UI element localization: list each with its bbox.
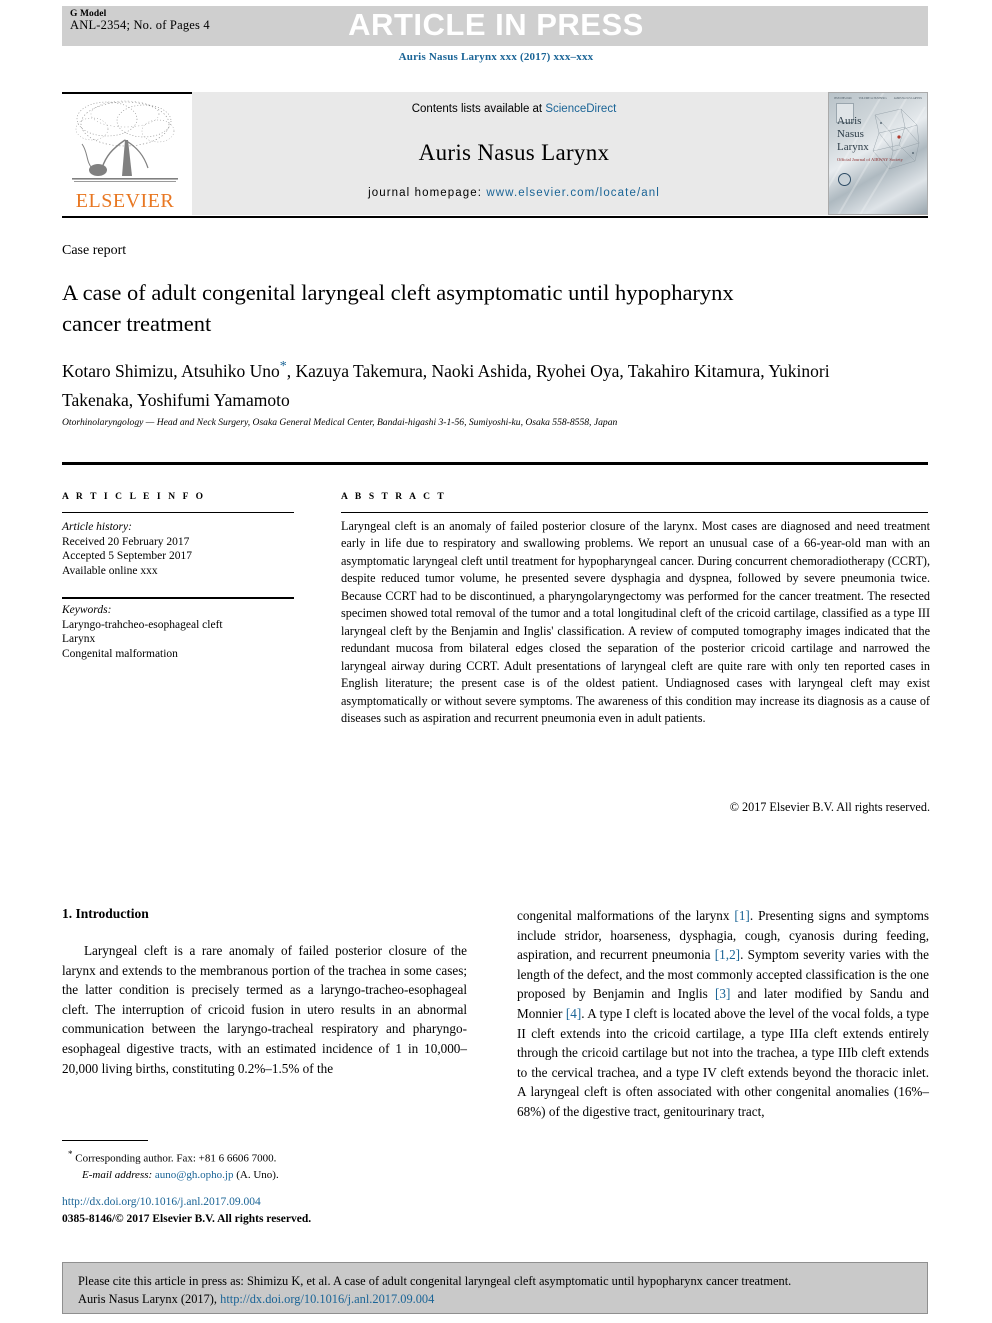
issn-copyright-line: 0385-8146/© 2017 Elsevier B.V. All right… bbox=[62, 1213, 312, 1225]
elsevier-logo: ELSEVIER bbox=[62, 94, 188, 215]
article-info-header: A R T I C L E I N F O bbox=[62, 492, 206, 502]
cover-title-line3: Larynx bbox=[837, 141, 869, 153]
article-history-block: Article history: Received 20 February 20… bbox=[62, 520, 302, 578]
contents-available-line: Contents lists available at ScienceDirec… bbox=[192, 103, 836, 115]
elsevier-tree-icon bbox=[72, 100, 178, 182]
cover-title-line2: Nasus bbox=[837, 128, 864, 140]
cite-journal-ref: Auris Nasus Larynx (2017), bbox=[78, 1292, 221, 1306]
article-type-label: Case report bbox=[62, 243, 127, 258]
sciencedirect-link[interactable]: ScienceDirect bbox=[545, 103, 616, 115]
citation-reference[interactable]: [1,2] bbox=[715, 947, 740, 962]
email-note: E-mail address: auno@gh.opho.jp (A. Uno)… bbox=[68, 1167, 468, 1183]
article-available-online: Available online xxx bbox=[62, 564, 158, 577]
elsevier-wordmark: ELSEVIER bbox=[75, 190, 175, 212]
keywords-label: Keywords: bbox=[62, 604, 112, 616]
abstract-text: Laryngeal cleft is an anomaly of failed … bbox=[341, 519, 930, 725]
body-text-run: . A type I cleft is located above the le… bbox=[517, 1005, 929, 1119]
footnote-block: * Corresponding author. Fax: +81 6 6606 … bbox=[68, 1146, 468, 1183]
doi-link[interactable]: http://dx.doi.org/10.1016/j.anl.2017.09.… bbox=[62, 1196, 261, 1208]
citation-reference[interactable]: [3] bbox=[715, 986, 730, 1001]
journal-cover-thumbnail: ISSN 0385-8146 VOLUME xx NUMBER x AURIS … bbox=[828, 92, 928, 215]
intro-paragraph-left: Laryngeal cleft is a rare anomaly of fai… bbox=[62, 943, 467, 1076]
keywords-block: Keywords: Laryngo-trahcheo-esophageal cl… bbox=[62, 603, 312, 661]
keyword-item: Larynx bbox=[62, 633, 96, 645]
author-affiliation: Otorhinolaryngology — Head and Neck Surg… bbox=[62, 417, 618, 428]
article-in-press-text: ARTICLE IN PRESS bbox=[348, 7, 644, 42]
cover-title: Auris Nasus Larynx bbox=[837, 115, 869, 154]
keyword-item: Laryngo-trahcheo-esophageal cleft bbox=[62, 618, 223, 631]
masthead-bottom-rule bbox=[62, 216, 928, 219]
asterisk-icon: * bbox=[68, 1149, 73, 1159]
abstract-header: A B S T R A C T bbox=[341, 492, 447, 502]
email-label: E-mail address: bbox=[82, 1168, 153, 1181]
corresponding-author-note: * Corresponding author. Fax: +81 6 6606 … bbox=[68, 1146, 468, 1167]
body-text-run: congenital malformations of the larynx bbox=[517, 908, 735, 923]
intro-paragraph-right: congenital malformations of the larynx [… bbox=[517, 906, 929, 1122]
abstract-rule bbox=[341, 512, 928, 514]
journal-citation-line: Auris Nasus Larynx xxx (2017) xxx–xxx bbox=[398, 51, 594, 63]
corresponding-author-star-icon: * bbox=[279, 359, 287, 374]
corresponding-author-text: Corresponding author. Fax: +81 6 6606 70… bbox=[75, 1152, 277, 1165]
cover-title-line1: Auris bbox=[837, 115, 862, 127]
cite-doi-link[interactable]: http://dx.doi.org/10.1016/j.anl.2017.09.… bbox=[220, 1292, 434, 1306]
article-history-label: Article history: bbox=[62, 521, 132, 533]
masthead-band: Contents lists available at ScienceDirec… bbox=[192, 92, 836, 215]
homepage-prefix: journal homepage: bbox=[368, 187, 487, 199]
homepage-url-link[interactable]: www.elsevier.com/locate/anl bbox=[486, 187, 660, 199]
cover-society-badge-icon bbox=[838, 173, 851, 186]
journal-homepage-line: journal homepage: www.elsevier.com/locat… bbox=[192, 187, 836, 199]
cite-this-article-text: Please cite this article in press as: Sh… bbox=[78, 1272, 916, 1308]
footnote-rule bbox=[62, 1140, 148, 1141]
journal-masthead: Contents lists available at ScienceDirec… bbox=[62, 92, 928, 215]
citation-reference[interactable]: [4] bbox=[566, 1006, 581, 1021]
page-title: A case of adult congenital laryngeal cle… bbox=[62, 280, 734, 336]
article-info-rule bbox=[62, 512, 294, 514]
author-names-first: Kotaro Shimizu, Atsuhiko Uno bbox=[62, 360, 280, 381]
citation-reference[interactable]: [1] bbox=[734, 908, 749, 923]
info-section-top-rule bbox=[62, 462, 928, 465]
contents-prefix: Contents lists available at bbox=[411, 103, 546, 115]
body-column-right: congenital malformations of the larynx [… bbox=[517, 906, 929, 1122]
journal-title: Auris Nasus Larynx bbox=[418, 140, 610, 165]
section-heading-introduction: 1. Introduction bbox=[62, 906, 149, 921]
cite-line-1: Please cite this article in press as: Sh… bbox=[78, 1274, 792, 1288]
abstract-copyright: © 2017 Elsevier B.V. All rights reserved… bbox=[729, 800, 930, 814]
cite-line-2: Auris Nasus Larynx (2017), http://dx.doi… bbox=[78, 1290, 916, 1308]
paper-page: G Model ANL-2354; No. of Pages 4 ARTICLE… bbox=[0, 0, 992, 1323]
article-received-date: Received 20 February 2017 bbox=[62, 535, 190, 548]
body-column-left: Laryngeal cleft is a rare anomaly of fai… bbox=[62, 941, 467, 1078]
article-accepted-date: Accepted 5 September 2017 bbox=[62, 550, 192, 562]
email-link[interactable]: auno@gh.opho.jp bbox=[155, 1169, 234, 1181]
author-list: Kotaro Shimizu, Atsuhiko Uno*, Kazuya Ta… bbox=[62, 352, 852, 415]
keywords-rule bbox=[62, 597, 294, 599]
cover-subtitle: Official Journal of AIRWAY Society bbox=[837, 157, 903, 162]
keyword-item: Congenital malformation bbox=[62, 647, 178, 660]
email-suffix: (A. Uno). bbox=[233, 1168, 279, 1181]
